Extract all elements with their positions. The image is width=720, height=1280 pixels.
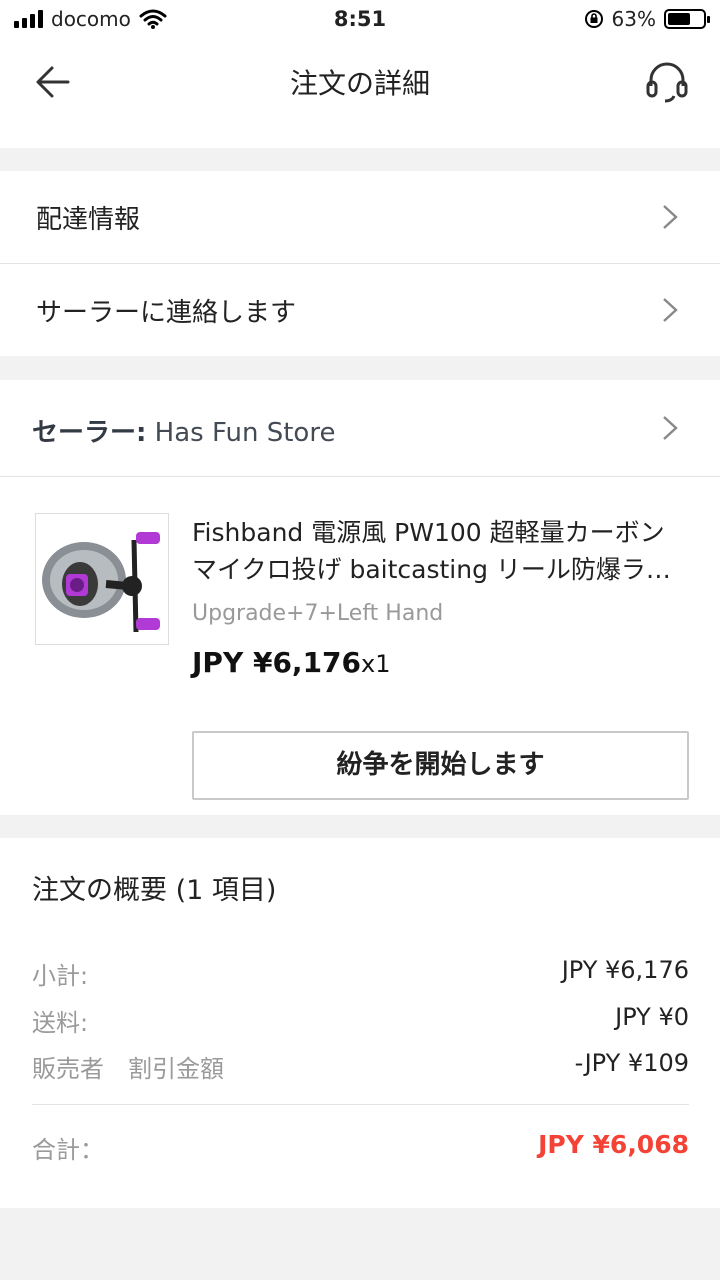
chevron-right-icon xyxy=(663,205,678,229)
battery-icon xyxy=(664,9,710,29)
product-image[interactable] xyxy=(35,513,169,645)
seller-name: Has Fun Store xyxy=(146,418,336,448)
total-row: 合計： JPY ¥6,068 xyxy=(32,1130,689,1170)
product-price: JPY ¥6,176x1 xyxy=(192,646,391,679)
start-dispute-button[interactable]: 紛争を開始します xyxy=(192,731,689,800)
total-label: 合計： xyxy=(32,1136,104,1164)
summary-divider xyxy=(32,1104,689,1105)
app-header: 注文の詳細 xyxy=(0,40,720,148)
rotation-lock-icon xyxy=(584,10,603,28)
page-title: 注文の詳細 xyxy=(289,67,430,100)
status-bar: docomo 8:51 63% xyxy=(0,0,720,40)
order-menu-card: 配達情報 サーラーに連絡します xyxy=(0,171,720,356)
shipping-value: JPY ¥0 xyxy=(615,1003,689,1031)
headset-icon[interactable] xyxy=(644,60,690,104)
contact-seller-row[interactable]: サーラーに連絡します xyxy=(0,264,720,356)
seller-prefix: セーラー: xyxy=(32,418,147,448)
product-quantity: x1 xyxy=(361,650,391,678)
summary-title: 注文の概要 (1 項目) xyxy=(32,875,277,906)
seller-row[interactable]: セーラー: Has Fun Store xyxy=(0,380,720,476)
contact-seller-label: サーラーに連絡します xyxy=(36,298,297,328)
battery-percent: 63% xyxy=(611,7,656,31)
delivery-info-label: 配達情報 xyxy=(36,205,141,235)
product-name[interactable]: Fishband 電源風 PW100 超軽量カーボン マイクロ投げ baitca… xyxy=(192,514,692,588)
chevron-right-icon xyxy=(663,298,678,322)
shipping-label: 送料: xyxy=(32,1009,89,1037)
subtotal-label: 小計: xyxy=(32,962,89,990)
delivery-info-row[interactable]: 配達情報 xyxy=(0,171,720,263)
discount-row: 販売者 割引金額 -JPY ¥109 xyxy=(32,1049,689,1089)
subtotal-value: JPY ¥6,176 xyxy=(561,956,689,984)
product-variant: Upgrade+7+Left Hand xyxy=(192,601,444,626)
shipping-row: 送料: JPY ¥0 xyxy=(32,1003,689,1043)
total-value: JPY ¥6,068 xyxy=(538,1130,689,1159)
divider xyxy=(0,476,720,477)
subtotal-row: 小計: JPY ¥6,176 xyxy=(32,956,689,996)
discount-value: -JPY ¥109 xyxy=(574,1049,689,1077)
fishing-reel-image xyxy=(42,532,160,633)
chevron-right-icon xyxy=(663,416,678,440)
discount-label: 販売者 割引金額 xyxy=(32,1055,224,1083)
